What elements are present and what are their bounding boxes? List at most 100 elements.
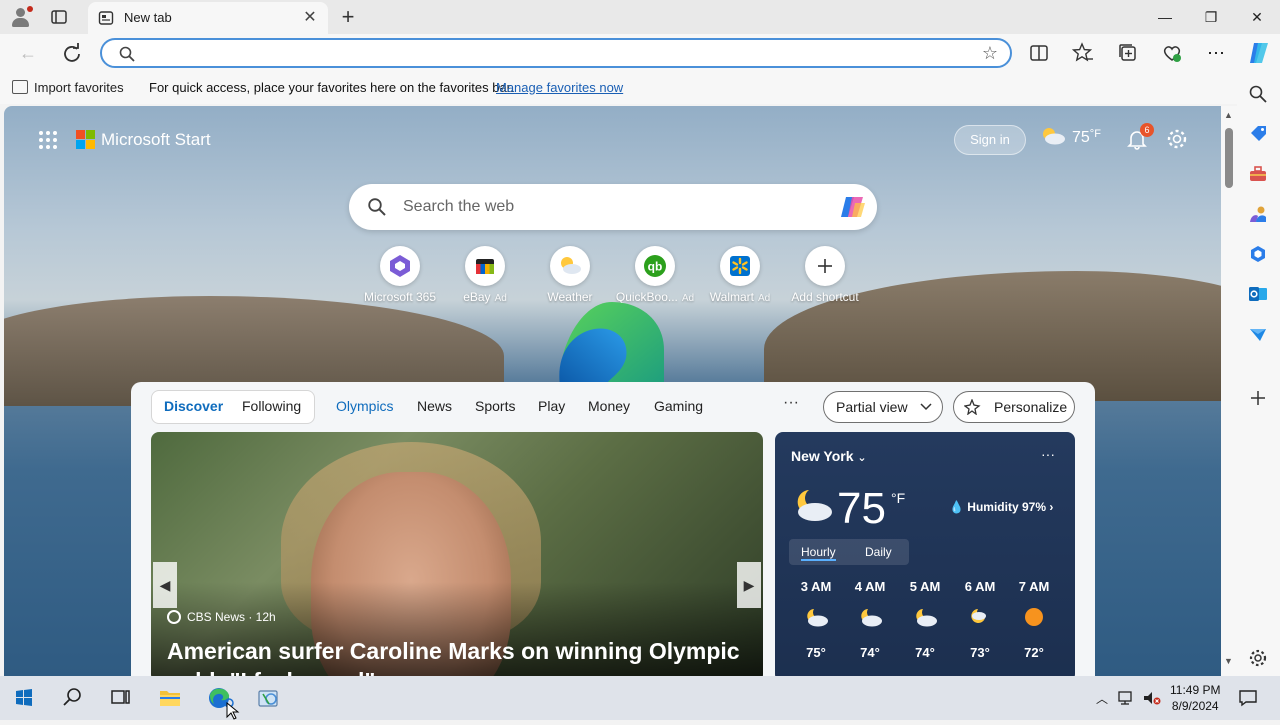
hour-time: 4 AM — [854, 579, 886, 594]
search-icon — [368, 198, 386, 216]
weather-card[interactable]: New York ⌄ ··· 75 °F 💧 Humidity 97% › Ho… — [775, 432, 1075, 676]
tab-play[interactable]: Play — [538, 398, 565, 414]
outlook-icon[interactable] — [1248, 284, 1268, 304]
hour-time: 3 AM — [800, 579, 832, 594]
back-button[interactable]: ← — [16, 42, 40, 64]
search-icon[interactable] — [52, 682, 92, 714]
shortcut-microsoft-365[interactable]: Microsoft 365 — [352, 246, 448, 306]
split-screen-icon[interactable] — [1028, 42, 1050, 64]
sign-in-button[interactable]: Sign in — [954, 125, 1026, 155]
close-tab-icon[interactable]: ✕ — [300, 8, 320, 28]
file-explorer-icon[interactable] — [150, 682, 190, 714]
tab-following[interactable]: Following — [242, 398, 301, 414]
more-tabs-button[interactable]: ··· — [783, 394, 799, 412]
games-icon[interactable] — [1248, 204, 1268, 224]
hero-article-card[interactable]: ◀ ▶ CBS News · 12h American surfer Carol… — [151, 432, 763, 676]
windows-taskbar: ︿ 11:49 PM 8/9/2024 — [0, 676, 1280, 720]
add-sidebar-app-icon[interactable] — [1248, 388, 1268, 408]
personalize-label: Personalize — [994, 399, 1068, 415]
location-label: New York — [791, 448, 854, 464]
address-input[interactable] — [146, 43, 946, 63]
article-headline[interactable]: American surfer Caroline Marks on winnin… — [167, 636, 747, 676]
minimize-button[interactable]: — — [1142, 0, 1188, 34]
partial-view-dropdown[interactable]: Partial view — [823, 391, 943, 423]
tab-daily[interactable]: Daily — [865, 545, 892, 559]
web-search-box[interactable] — [349, 184, 877, 230]
tab-money[interactable]: Money — [588, 398, 630, 414]
previous-arrow-button[interactable]: ◀ — [153, 562, 177, 608]
browser-essentials-icon[interactable] — [1161, 42, 1183, 64]
tools-icon[interactable] — [1248, 164, 1268, 184]
partly-cloudy-night-icon — [797, 490, 832, 521]
import-icon — [12, 80, 28, 94]
shortcut-ebay[interactable]: eBay Ad — [437, 246, 533, 306]
refresh-button[interactable] — [60, 42, 84, 64]
tab-hourly[interactable]: Hourly — [801, 545, 836, 561]
article-source: CBS News · 12h — [167, 610, 276, 624]
add-shortcut-button[interactable]: Add shortcut — [777, 246, 873, 306]
tab-gaming[interactable]: Gaming — [654, 398, 703, 414]
weather-icon — [561, 257, 581, 274]
search-icon[interactable] — [1248, 84, 1268, 104]
manage-favorites-link[interactable]: Manage favorites now — [496, 80, 623, 95]
microsoft-365-icon[interactable] — [1248, 244, 1268, 264]
tab-discover[interactable]: Discover — [164, 398, 223, 414]
restore-button[interactable]: ❐ — [1188, 0, 1234, 34]
sun-icon — [1025, 608, 1043, 626]
brand-title[interactable]: Microsoft Start — [101, 130, 211, 150]
favorites-icon[interactable] — [1072, 42, 1094, 64]
import-favorites-label: Import favorites — [34, 80, 124, 95]
tab-actions-icon[interactable] — [50, 8, 68, 26]
partial-view-label: Partial view — [836, 399, 908, 415]
volume-muted-icon[interactable] — [1142, 690, 1162, 706]
quickbooks-icon: qb — [644, 255, 666, 277]
collections-icon[interactable] — [1117, 42, 1139, 64]
address-bar[interactable]: ☆ — [100, 38, 1012, 68]
hour-temp: 74° — [860, 645, 880, 660]
drop-send-icon[interactable] — [1248, 324, 1268, 344]
tab-olympics[interactable]: Olympics — [336, 398, 394, 414]
tab-news[interactable]: News — [417, 398, 452, 414]
tab-sports[interactable]: Sports — [475, 398, 515, 414]
scroll-down-icon[interactable]: ▼ — [1224, 656, 1233, 666]
start-windows-icon[interactable] — [4, 682, 44, 714]
system-clock[interactable]: 11:49 PM 8/9/2024 — [1170, 682, 1220, 714]
page-scrollbar[interactable]: ▲ ▼ — [1221, 106, 1237, 676]
task-view-icon[interactable] — [100, 682, 140, 714]
new-tab-button[interactable]: + — [336, 6, 360, 28]
sparkle-pencil-icon — [964, 399, 981, 415]
weather-summary[interactable]: 75°F — [1040, 127, 1101, 147]
control-panel-icon[interactable] — [249, 682, 289, 714]
personalize-button[interactable]: Personalize — [953, 391, 1075, 423]
import-favorites-button[interactable]: Import favorites — [12, 80, 124, 95]
shopping-tag-icon[interactable] — [1248, 124, 1268, 144]
weather-more-button[interactable]: ··· — [1041, 446, 1055, 462]
app-launcher-icon[interactable] — [38, 130, 58, 150]
profile-icon[interactable] — [10, 6, 33, 28]
shortcut-walmart[interactable]: Walmart Ad — [692, 246, 788, 306]
add-favorite-icon[interactable]: ☆ — [982, 43, 998, 64]
settings-gear-icon[interactable] — [1166, 128, 1188, 150]
copilot-icon[interactable] — [839, 193, 867, 221]
partly-cloudy-icon — [1043, 128, 1065, 145]
more-options-icon[interactable]: ··· — [1205, 42, 1227, 64]
network-icon[interactable] — [1118, 690, 1136, 706]
sidebar-settings-gear-icon[interactable] — [1248, 648, 1268, 668]
ebay-icon — [476, 259, 494, 274]
copilot-icon[interactable] — [1246, 40, 1272, 66]
scroll-thumb[interactable] — [1225, 128, 1233, 188]
close-window-button[interactable]: ✕ — [1234, 0, 1280, 34]
ad-label: Ad — [758, 293, 771, 304]
notifications-button[interactable]: 6 — [1126, 123, 1154, 150]
next-arrow-button[interactable]: ▶ — [737, 562, 761, 608]
web-search-input[interactable] — [403, 196, 823, 218]
news-feed: Discover Following Olympics News Sports … — [131, 382, 1095, 676]
humidity-link[interactable]: 💧 Humidity 97% › — [949, 500, 1053, 514]
weather-location[interactable]: New York ⌄ — [791, 448, 867, 464]
show-hidden-icons-chevron-icon[interactable]: ︿ — [1096, 690, 1108, 707]
scroll-up-icon[interactable]: ▲ — [1224, 110, 1233, 120]
tab-new-tab[interactable]: New tab ✕ — [88, 2, 328, 34]
action-center-icon[interactable] — [1238, 689, 1258, 707]
hour-time: 7 AM — [1018, 579, 1050, 594]
favorites-bar: Import favorites For quick access, place… — [0, 72, 1280, 104]
